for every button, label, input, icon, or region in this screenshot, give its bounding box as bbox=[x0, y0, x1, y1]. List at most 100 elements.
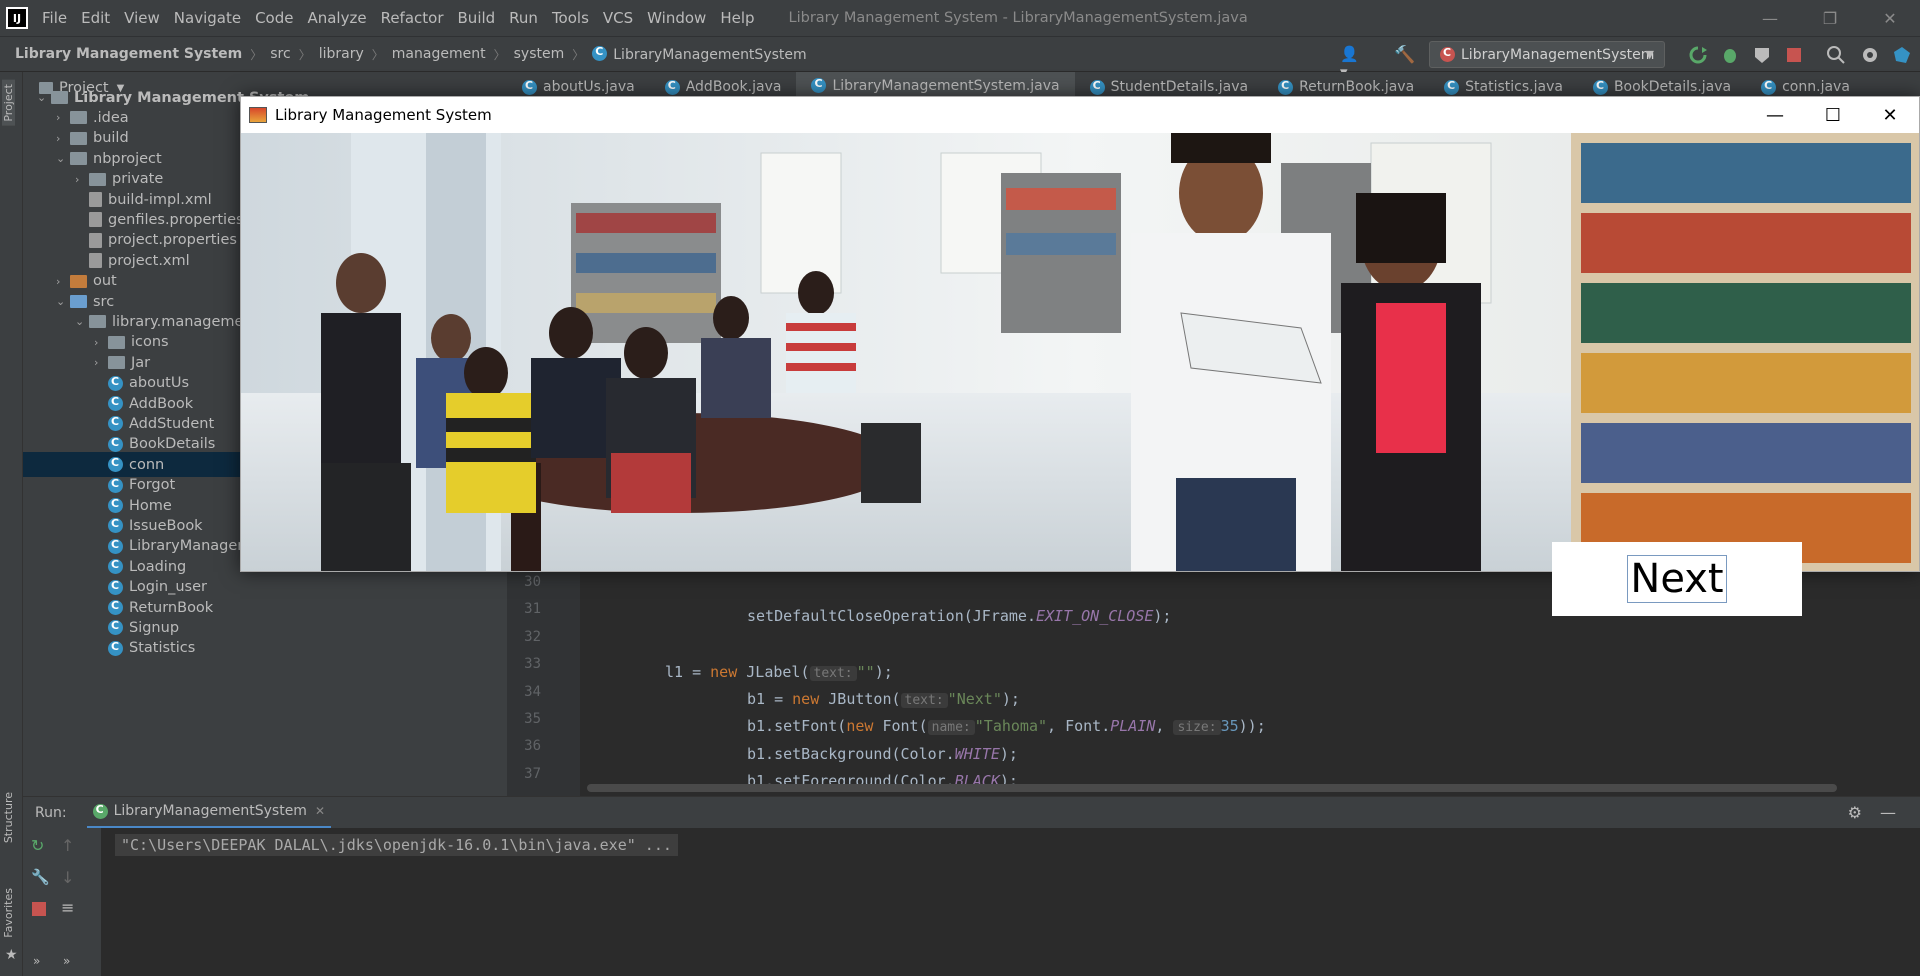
breadcrumb-management[interactable]: management bbox=[392, 46, 486, 62]
menu-tools[interactable]: Tools bbox=[552, 9, 589, 27]
line-number: 33 bbox=[524, 656, 541, 673]
chevron-right-icon[interactable]: › bbox=[75, 173, 89, 186]
breadcrumb-separator-icon: 〉 bbox=[493, 47, 506, 62]
tree-item-label: build bbox=[93, 130, 129, 147]
run-configuration-select[interactable]: LibraryManagementSystem ▼ bbox=[1429, 41, 1665, 68]
tree-item-label: genfiles.properties bbox=[108, 211, 244, 228]
menu-run[interactable]: Run bbox=[509, 9, 538, 27]
ide-close-icon[interactable]: ✕ bbox=[1860, 0, 1920, 36]
folder-icon bbox=[70, 131, 87, 145]
breadcrumb-library[interactable]: library bbox=[319, 46, 364, 62]
java-class-icon bbox=[108, 436, 123, 452]
menu-help[interactable]: Help bbox=[720, 9, 754, 27]
code-line-33: l1 = new JLabel(text: ""); bbox=[665, 663, 893, 681]
menu-refactor[interactable]: Refactor bbox=[381, 9, 444, 27]
chevron-down-icon[interactable]: ⌄ bbox=[56, 295, 70, 308]
menu-edit[interactable]: Edit bbox=[81, 9, 110, 27]
soft-wrap-icon[interactable]: ≡ bbox=[61, 898, 74, 917]
folder-icon bbox=[70, 111, 87, 125]
chevron-right-icon[interactable]: › bbox=[56, 111, 70, 124]
arrow-up-icon[interactable]: ↑ bbox=[61, 836, 74, 855]
java-class-icon bbox=[108, 599, 123, 615]
menu-vcs[interactable]: VCS bbox=[603, 9, 633, 27]
arrow-down-icon[interactable]: ↓ bbox=[61, 868, 74, 887]
more-icon[interactable]: » bbox=[33, 954, 40, 968]
breadcrumb-src[interactable]: src bbox=[270, 46, 290, 62]
menu-analyze[interactable]: Analyze bbox=[307, 9, 366, 27]
library-app-window[interactable]: Library Management System — ☐ ✕ Next bbox=[240, 96, 1920, 616]
stop-icon[interactable] bbox=[32, 902, 46, 916]
source-folder-icon bbox=[70, 295, 87, 308]
editor-tab-label: AddBook.java bbox=[685, 79, 782, 95]
rerun-icon[interactable]: ↻ bbox=[31, 836, 44, 855]
breadcrumb-project[interactable]: Library Management System bbox=[15, 46, 242, 62]
menu-window[interactable]: Window bbox=[647, 9, 706, 27]
app-maximize-icon[interactable]: ☐ bbox=[1804, 97, 1862, 133]
console-output-line: "C:\Users\DEEPAK DALAL\.jdks\openjdk-16.… bbox=[115, 834, 678, 856]
user-icon[interactable]: 👤▾ bbox=[1340, 45, 1360, 81]
breadcrumb-separator-icon: 〉 bbox=[298, 47, 311, 62]
java-class-icon bbox=[108, 619, 123, 636]
structure-tool-tab[interactable]: Structure bbox=[2, 792, 15, 843]
tree-item-label: Loading bbox=[129, 558, 187, 575]
menu-file[interactable]: File bbox=[42, 9, 67, 27]
tree-item-label: library.managemen bbox=[112, 313, 253, 330]
breadcrumb-system[interactable]: system bbox=[514, 46, 565, 62]
menu-view[interactable]: View bbox=[124, 9, 160, 27]
chevron-down-icon[interactable]: ⌄ bbox=[75, 315, 89, 328]
chevron-right-icon[interactable]: › bbox=[56, 132, 70, 145]
tree-item-label: conn bbox=[129, 456, 165, 473]
debug-icon[interactable] bbox=[1720, 45, 1740, 65]
project-tool-tab[interactable]: Project bbox=[2, 80, 15, 126]
java-class-icon bbox=[108, 640, 123, 656]
tree-item-label: aboutUs bbox=[129, 375, 190, 392]
favorites-tool-tab[interactable]: Favorites bbox=[2, 888, 15, 938]
breadcrumb-class[interactable]: LibraryManagementSystem bbox=[592, 45, 807, 63]
folder-icon bbox=[51, 91, 68, 104]
run-side-toolbar: ↻ ↑ 🔧 ↓ ≡ » » bbox=[23, 828, 101, 976]
code-line-31: setDefaultCloseOperation(JFrame.EXIT_ON_… bbox=[747, 607, 1172, 625]
chevron-right-icon[interactable]: › bbox=[56, 275, 70, 288]
chevron-down-icon: ▼ bbox=[1645, 48, 1654, 61]
menu-navigate[interactable]: Navigate bbox=[174, 9, 241, 27]
tree-item-label: Forgot bbox=[129, 477, 176, 494]
wrench-icon[interactable]: 🔧 bbox=[31, 868, 50, 886]
chevron-right-icon[interactable]: › bbox=[94, 336, 108, 349]
toolbox-icon[interactable] bbox=[1892, 45, 1912, 65]
ide-restore-icon[interactable]: ❐ bbox=[1800, 0, 1860, 36]
run-tab[interactable]: LibraryManagementSystem ✕ bbox=[86, 797, 332, 829]
file-icon bbox=[89, 232, 102, 248]
close-icon[interactable]: ✕ bbox=[315, 804, 325, 818]
rerun-icon[interactable] bbox=[1688, 45, 1708, 65]
tree-item-label: Statistics bbox=[129, 640, 196, 657]
ide-minimize-icon[interactable]: — bbox=[1740, 0, 1800, 36]
next-button[interactable]: Next bbox=[1552, 542, 1802, 616]
app-minimize-icon[interactable]: — bbox=[1746, 97, 1804, 133]
tree-item[interactable]: Statistics bbox=[23, 636, 507, 661]
stop-icon[interactable] bbox=[1784, 45, 1804, 65]
tree-item-label: nbproject bbox=[93, 150, 162, 167]
chevron-right-icon[interactable]: › bbox=[94, 356, 108, 369]
hide-panel-icon[interactable]: — bbox=[1880, 803, 1896, 822]
tree-item-label: Login_user bbox=[129, 579, 207, 596]
chevron-down-icon[interactable]: ⌄ bbox=[56, 152, 70, 165]
code-line-34: b1 = new JButton(text: "Next"); bbox=[747, 690, 1020, 708]
app-close-icon[interactable]: ✕ bbox=[1861, 97, 1919, 133]
coverage-icon[interactable] bbox=[1752, 45, 1772, 65]
menu-build[interactable]: Build bbox=[458, 9, 496, 27]
build-hammer-icon[interactable]: 🔨 bbox=[1394, 45, 1415, 65]
app-window-title-bar[interactable]: Library Management System — ☐ ✕ bbox=[241, 97, 1919, 133]
java-class-icon bbox=[1761, 79, 1777, 95]
editor-tab-label: ReturnBook.java bbox=[1299, 79, 1415, 95]
folder-icon bbox=[70, 152, 87, 166]
settings-gear-icon[interactable] bbox=[1860, 45, 1880, 65]
horizontal-scrollbar[interactable] bbox=[587, 784, 1837, 792]
tree-item-label: private bbox=[112, 171, 164, 188]
tree-item-label: icons bbox=[131, 334, 169, 351]
settings-gear-icon[interactable]: ⚙ bbox=[1848, 803, 1862, 822]
search-icon[interactable] bbox=[1826, 45, 1846, 65]
more-icon[interactable]: » bbox=[63, 954, 70, 968]
chevron-down-icon[interactable]: ⌄ bbox=[37, 91, 51, 104]
menu-code[interactable]: Code bbox=[255, 9, 293, 27]
tree-item-label: Home bbox=[129, 497, 172, 514]
